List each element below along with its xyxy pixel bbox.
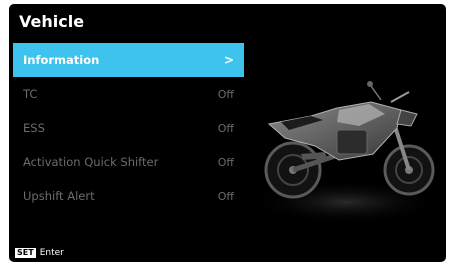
- dashboard-screen: Vehicle Information > TC Off ESS Off Act…: [9, 4, 446, 262]
- menu-item-label: ESS: [23, 121, 45, 135]
- menu-item-label: Upshift Alert: [23, 189, 95, 203]
- page-title: Vehicle: [19, 12, 85, 31]
- menu-item-label: Activation Quick Shifter: [23, 155, 159, 169]
- menu-item-value: Off: [217, 121, 234, 135]
- motorcycle-image: [251, 81, 441, 224]
- chevron-right-icon: >: [223, 53, 234, 67]
- menu-item-ess[interactable]: ESS Off: [13, 111, 244, 145]
- menu-item-activation-quick-shifter[interactable]: Activation Quick Shifter Off: [13, 145, 244, 179]
- menu-item-upshift-alert[interactable]: Upshift Alert Off: [13, 179, 244, 213]
- footer-hint: SET Enter: [15, 248, 64, 258]
- menu-item-value: Off: [217, 189, 234, 203]
- menu-item-tc[interactable]: TC Off: [13, 77, 244, 111]
- footer-action-label: Enter: [39, 248, 64, 258]
- set-key-badge: SET: [15, 248, 36, 258]
- menu-item-information[interactable]: Information >: [13, 43, 244, 77]
- menu-item-value: Off: [217, 155, 234, 169]
- menu-item-value: Off: [217, 87, 234, 101]
- menu-item-label: TC: [23, 87, 38, 101]
- menu-item-label: Information: [23, 53, 100, 67]
